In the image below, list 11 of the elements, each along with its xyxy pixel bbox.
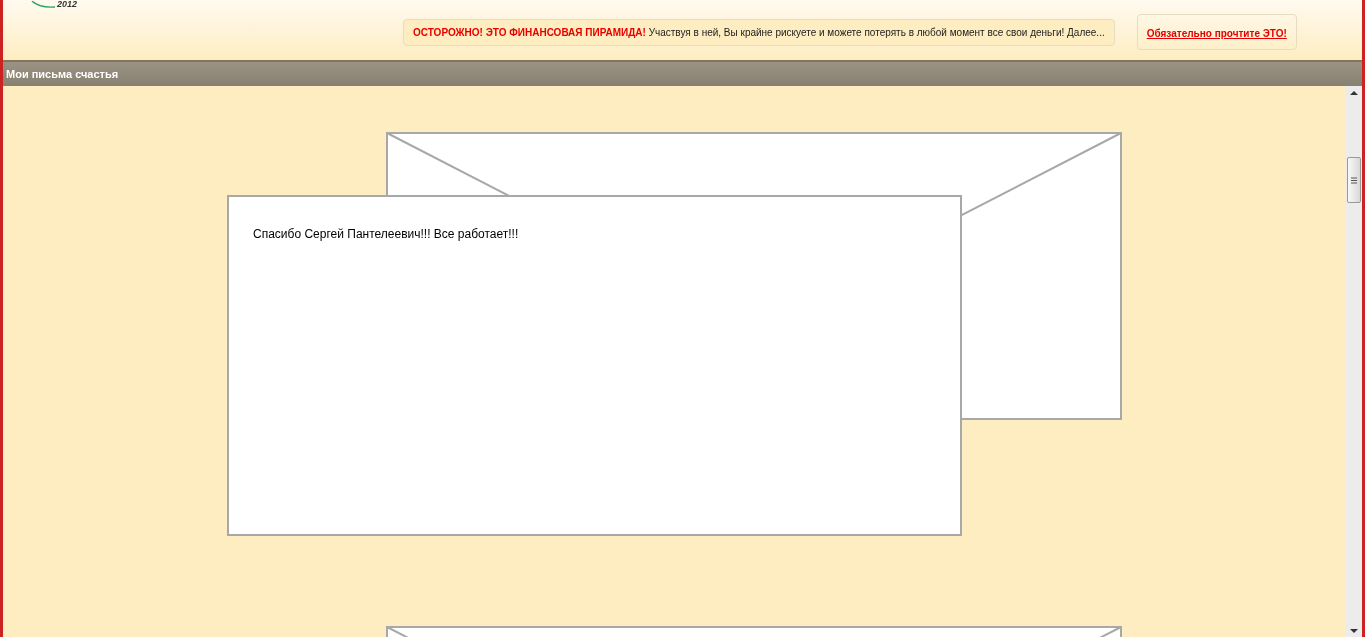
letter-message: Спасибо Сергей Пантелеевич!!! Все работает!!! [253,226,520,243]
scrollbar-thumb[interactable] [1347,157,1361,203]
scroll-up-icon[interactable] [1349,89,1359,97]
scroll-down-icon[interactable] [1349,627,1359,635]
scrollbar[interactable] [1346,86,1362,637]
grip-icon [1350,176,1358,184]
warning-notice: ОСТОРОЖНО! ЭТО ФИНАНСОВАЯ ПИРАМИДА! Участвуя в ней, Вы крайне рискуете и можете потерять в любой момент все свои деньги! Далее... [403,18,1115,46]
logo-arc-icon [31,1,57,9]
read-this-link[interactable]: Обязательно прочтите ЭТО! [1146,28,1287,39]
section-title: Мои письма счастья [6,66,119,82]
logo-year: 2012 [57,0,78,9]
